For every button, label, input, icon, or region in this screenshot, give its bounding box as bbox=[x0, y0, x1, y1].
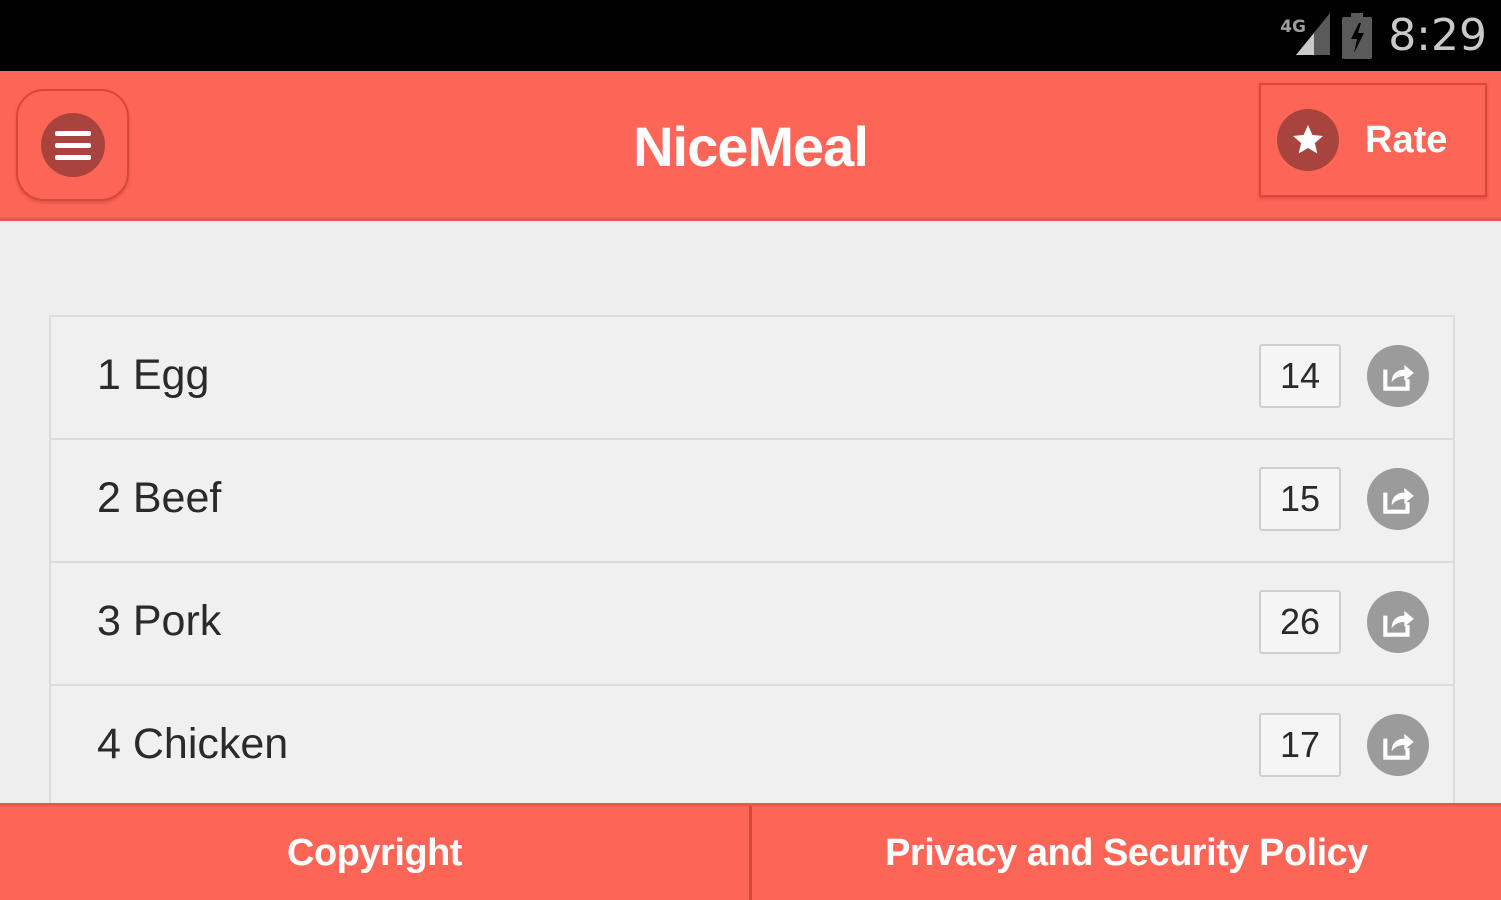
list-item-count: 17 bbox=[1259, 713, 1341, 777]
list-item[interactable]: 1 Egg 14 bbox=[51, 317, 1453, 440]
battery-icon bbox=[1342, 12, 1373, 59]
signal-icon bbox=[1296, 12, 1331, 55]
status-icons: 4G 8:29 bbox=[1280, 0, 1487, 71]
list-item-count: 14 bbox=[1259, 344, 1341, 408]
list-item[interactable]: 3 Pork 26 bbox=[51, 563, 1453, 686]
copyright-link[interactable]: Copyright bbox=[0, 806, 752, 900]
list-item-count: 15 bbox=[1259, 467, 1341, 531]
list-item-count: 26 bbox=[1259, 590, 1341, 654]
rate-label: Rate bbox=[1365, 118, 1448, 161]
list-item[interactable]: 2 Beef 15 bbox=[51, 440, 1453, 563]
list-item-label: 3 Pork bbox=[97, 597, 222, 645]
list-item-label: 4 Chicken bbox=[97, 720, 289, 768]
rate-button[interactable]: Rate bbox=[1259, 83, 1487, 197]
list-item[interactable]: 4 Chicken 17 bbox=[51, 686, 1453, 805]
network-indicator: 4G bbox=[1280, 11, 1331, 61]
clock: 8:29 bbox=[1388, 10, 1487, 61]
list-item-label: 2 Beef bbox=[97, 474, 222, 522]
privacy-policy-link[interactable]: Privacy and Security Policy bbox=[752, 806, 1501, 900]
status-bar: 4G 8:29 bbox=[0, 0, 1501, 71]
share-icon[interactable] bbox=[1367, 468, 1429, 530]
star-icon bbox=[1277, 109, 1339, 171]
share-icon[interactable] bbox=[1367, 345, 1429, 407]
meal-list: 1 Egg 14 2 Beef 15 3 Pork 26 4 Chicken 1… bbox=[49, 315, 1455, 805]
app-header: NiceMeal Rate bbox=[0, 71, 1501, 221]
share-icon[interactable] bbox=[1367, 591, 1429, 653]
footer-bar: Copyright Privacy and Security Policy bbox=[0, 803, 1501, 900]
share-icon[interactable] bbox=[1367, 714, 1429, 776]
list-item-label: 1 Egg bbox=[97, 351, 210, 399]
